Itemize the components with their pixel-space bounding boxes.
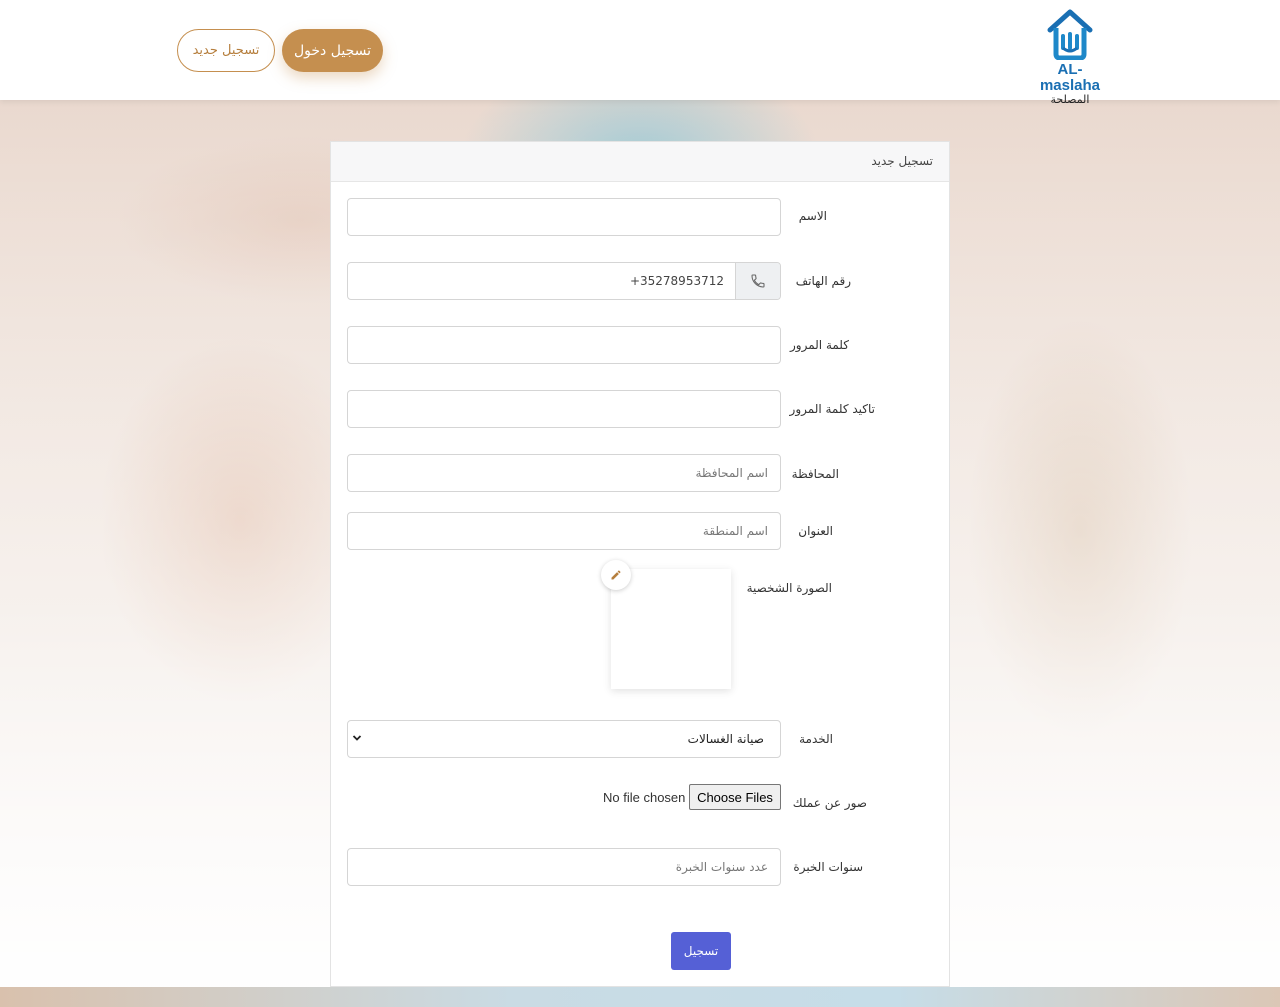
submit-button[interactable]: تسجيل [671, 932, 731, 970]
top-navbar: تسجيل جديد تسجيل دخول AL-maslaha المصلحة [0, 0, 1280, 106]
choose-files-button[interactable]: Choose Files [689, 784, 781, 810]
registration-card: تسجيل جديد الاسم رقم الهاتف كلمة المرور … [330, 141, 950, 987]
experience-label: سنوات الخبرة [793, 860, 863, 874]
service-select[interactable]: صيانة الغسالات [347, 720, 781, 758]
phone-icon [751, 274, 765, 288]
logo-text-en: AL-maslaha [1039, 61, 1101, 94]
avatar-edit-button[interactable] [601, 560, 631, 590]
password-confirm-label: تاكيد كلمة المرور [789, 402, 875, 416]
avatar-label: الصورة الشخصية [746, 581, 832, 595]
address-label: العنوان [798, 524, 833, 538]
name-input[interactable] [347, 198, 781, 236]
site-logo[interactable]: AL-maslaha المصلحة [1028, 8, 1112, 106]
pencil-icon [611, 570, 621, 580]
work-photos-label: صور عن عملك [792, 796, 867, 810]
work-photos-file-input: No file chosen Choose Files [603, 784, 781, 810]
experience-input[interactable] [347, 848, 781, 886]
service-selected-value: صيانة الغسالات [687, 732, 764, 746]
password-confirm-input[interactable] [347, 390, 781, 428]
password-input[interactable] [347, 326, 781, 364]
password-label: كلمة المرور [789, 338, 849, 352]
phone-input[interactable] [348, 263, 736, 299]
file-status-text: No file chosen [603, 790, 686, 805]
background-bottom-strip [0, 987, 1280, 1007]
login-button[interactable]: تسجيل دخول [282, 29, 383, 72]
avatar-preview[interactable] [611, 569, 731, 689]
phone-input-group [347, 262, 781, 300]
name-label: الاسم [798, 209, 827, 223]
logo-text-ar: المصلحة [1050, 93, 1090, 106]
phone-label: رقم الهاتف [795, 274, 851, 288]
card-title: تسجيل جديد [871, 154, 933, 168]
address-input[interactable] [347, 512, 781, 550]
governorate-label: المحافظة [791, 467, 839, 481]
card-header: تسجيل جديد [331, 142, 949, 182]
chevron-down-icon [352, 735, 362, 741]
register-button[interactable]: تسجيل جديد [177, 29, 275, 72]
governorate-input[interactable] [347, 454, 781, 492]
service-label: الخدمة [799, 732, 833, 746]
phone-addon [735, 263, 780, 299]
house-logo-icon [1047, 9, 1093, 60]
